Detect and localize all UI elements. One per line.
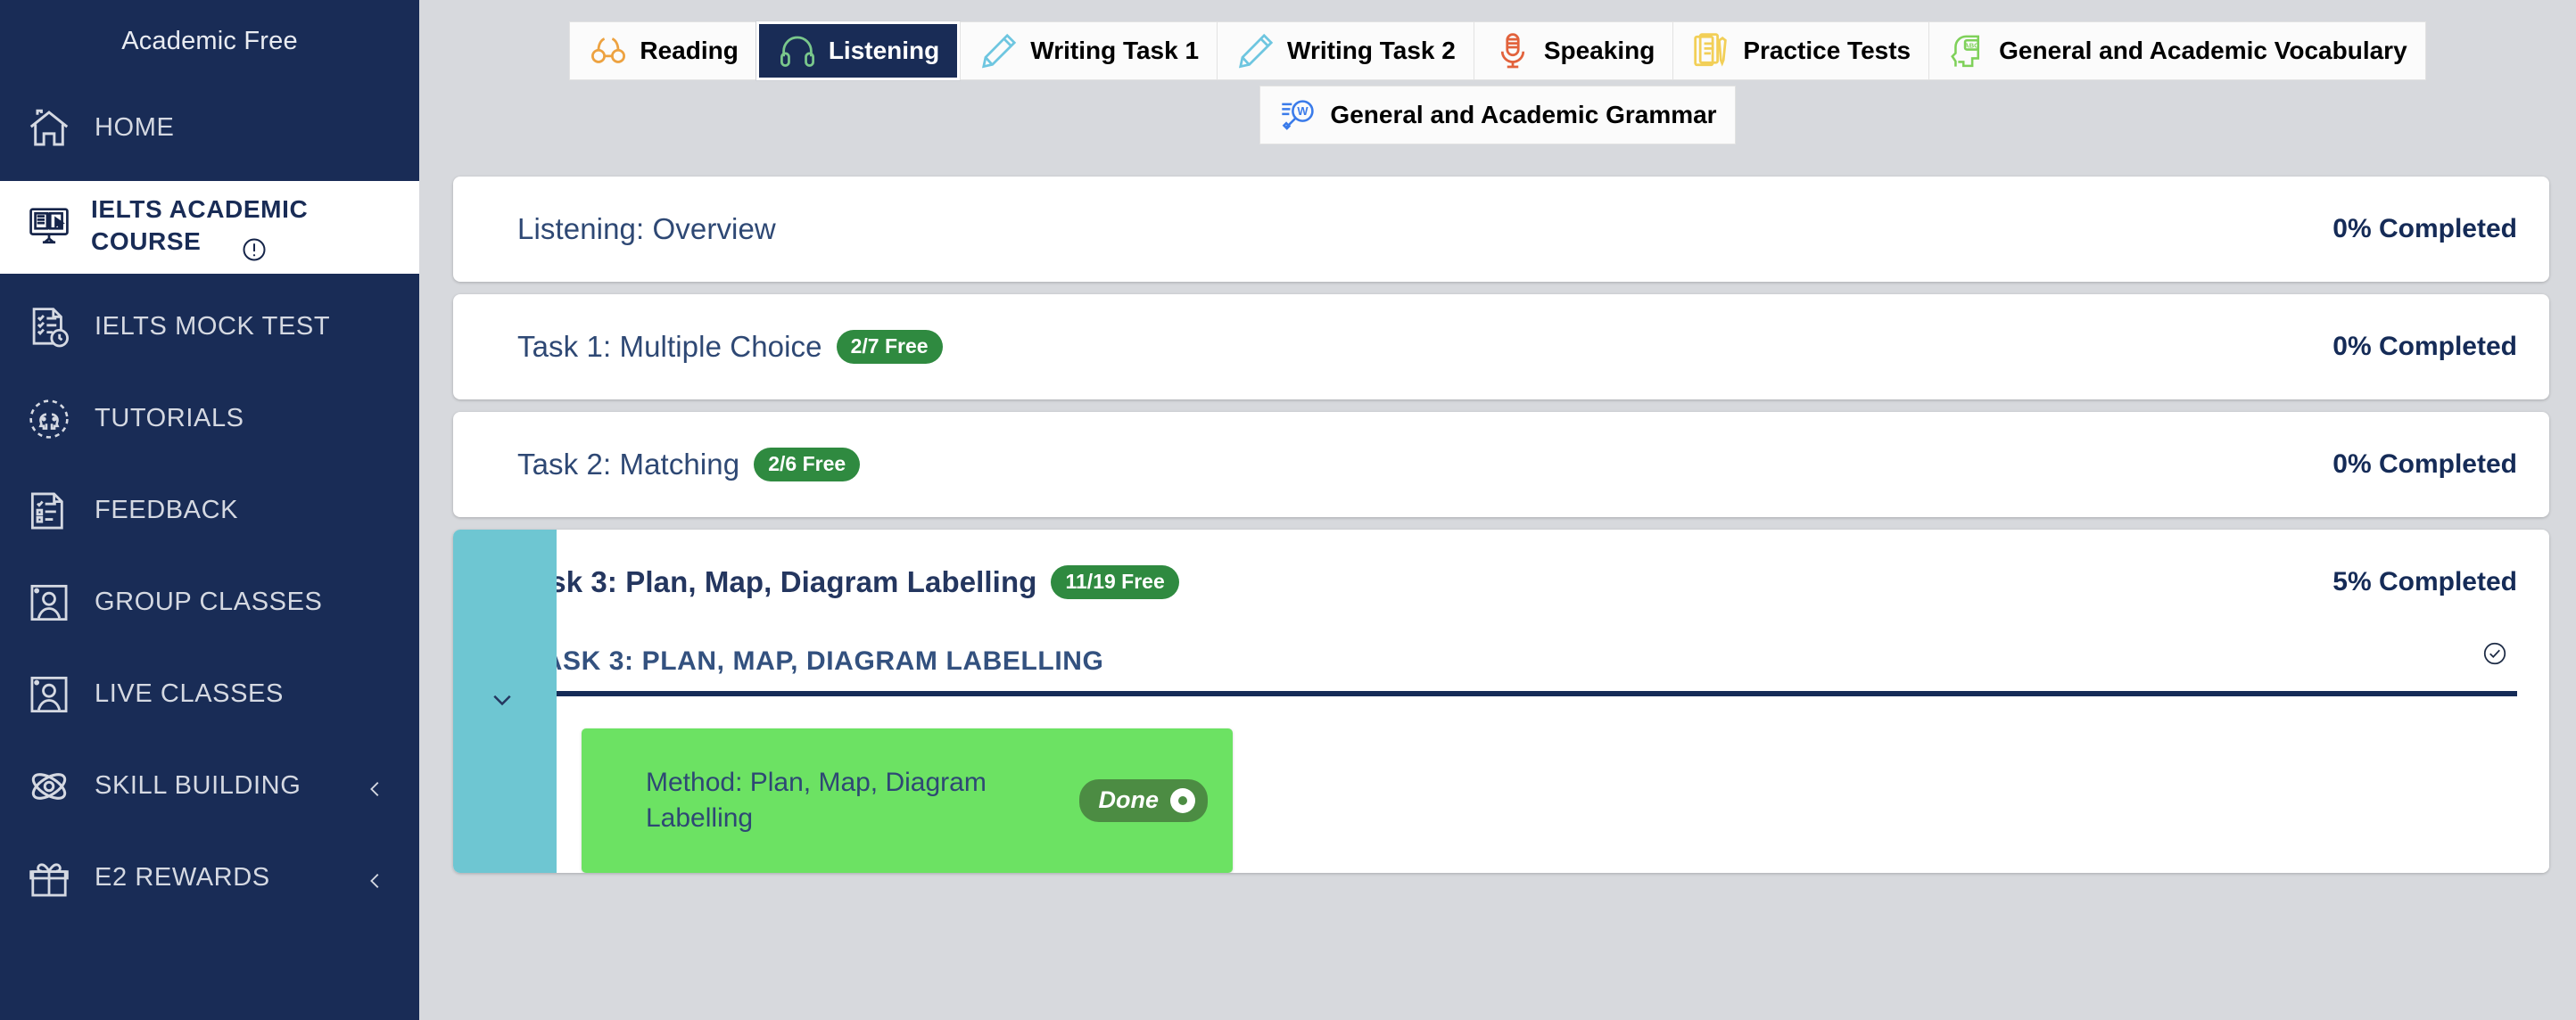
sidebar-item-live-classes[interactable]: LIVE CLASSES [0,648,419,740]
sidebar-item-ielts-academic-course[interactable]: IELTS ACADEMIC COURSE [0,181,419,274]
atom-icon [23,761,75,812]
status-label: Done [1098,786,1160,813]
skill-tabs-row-1: Reading Listening Writing Task 1 Writing… [419,21,2576,81]
tab-speaking[interactable]: Speaking [1473,21,1673,80]
pencil-icon [978,30,1020,71]
sub-lesson-title: Method: Plan, Map, Diagram Labelling [646,768,987,833]
sidebar-item-label: TUTORIALS [95,404,244,432]
tab-writing-task-2[interactable]: Writing Task 2 [1217,21,1474,80]
lesson-progress: 0% Completed [2332,449,2517,479]
status-badge: Done [1078,779,1208,822]
sidebar-item-ielts-mock-test[interactable]: IELTS MOCK TEST [0,281,419,373]
sidebar-item-e2-rewards[interactable]: E2 REWARDS [0,832,419,924]
sidebar-item-feedback[interactable]: FEEDBACK [0,465,419,556]
lesson-card-header[interactable]: Task 3: Plan, Map, Diagram Labelling 11/… [453,530,2549,635]
tab-label: Writing Task 2 [1287,37,1456,64]
monitor-book-icon [23,200,75,251]
glasses-icon [588,30,629,71]
lesson-card[interactable]: Task 1: Multiple Choice 2/7 Free 0% Comp… [453,294,2549,399]
lesson-card-expanded[interactable]: Task 3: Plan, Map, Diagram Labelling 11/… [453,530,2549,873]
tab-practice-tests[interactable]: Practice Tests [1672,21,1929,80]
lesson-card[interactable]: Listening: Overview 0% Completed [453,177,2549,282]
brand-title: Academic Free [121,26,298,55]
microphone-icon [1492,30,1533,71]
sidebar-item-label: HOME [95,113,175,142]
sub-lesson-item[interactable]: Method: Plan, Map, Diagram Labelling Don… [582,728,1233,873]
svg-text:ABC: ABC [1964,41,1979,49]
warning-circle-icon [241,236,268,270]
two-heads-icon [23,393,75,445]
lesson-title: Listening: Overview [517,212,776,245]
sidebar-item-tutorials[interactable]: TUTORIALS [0,373,419,465]
feedback-form-icon [23,485,75,537]
free-badge: 2/7 Free [836,330,943,364]
notepad-pen-icon [1691,30,1732,71]
tab-writing-task-1[interactable]: Writing Task 1 [960,21,1218,80]
skill-tabs: Reading Listening Writing Task 1 Writing… [419,0,2576,144]
lesson-title: Task 3: Plan, Map, Diagram Labelling [517,565,1037,598]
done-circle-icon [1170,787,1195,813]
sidebar-item-label: LIVE CLASSES [95,679,284,708]
lesson-card[interactable]: Task 2: Matching 2/6 Free 0% Completed [453,412,2549,517]
free-badge: 11/19 Free [1051,565,1179,599]
lesson-progress: 5% Completed [2332,567,2517,596]
headphones-icon [777,30,818,71]
chevron-left-icon[interactable] [366,777,385,796]
sidebar-item-label: SKILL BUILDING [95,771,301,800]
sidebar: Academic Free HOME IELTS ACADEMIC COURSE… [0,0,419,1020]
lesson-title: Task 1: Multiple Choice [517,330,822,363]
free-badge: 2/6 Free [754,448,861,481]
person-frame-icon [23,669,75,720]
head-abc-icon: ABC [1947,30,1988,71]
check-circle-icon[interactable] [2481,640,2508,671]
tab-reading[interactable]: Reading [569,21,756,80]
tab-listening[interactable]: Listening [755,21,962,81]
tab-label: General and Academic Vocabulary [1999,37,2407,64]
lesson-progress: 0% Completed [2332,332,2517,361]
lesson-card-header[interactable]: Task 2: Matching 2/6 Free 0% Completed [453,412,2549,517]
lesson-card-header[interactable]: Task 1: Multiple Choice 2/7 Free 0% Comp… [453,294,2549,399]
tab-label: Listening [828,37,940,64]
sidebar-item-home[interactable]: HOME [0,82,419,174]
tab-label: Reading [640,37,739,64]
tab-general-academic-vocabulary[interactable]: ABC General and Academic Vocabulary [1928,21,2426,80]
sidebar-item-label: IELTS MOCK TEST [95,312,331,341]
sidebar-item-label: E2 REWARDS [95,863,270,892]
tab-label: General and Academic Grammar [1330,101,1717,128]
lesson-list: Listening: Overview 0% Completed Task 1:… [419,177,2576,873]
chevron-left-icon[interactable] [366,868,385,888]
chevron-down-icon[interactable] [489,686,516,717]
expanded-section-header: TASK 3: PLAN, MAP, DIAGRAM LABELLING [507,635,2517,677]
person-frame-icon [23,577,75,629]
section-heading: TASK 3: PLAN, MAP, DIAGRAM LABELLING [528,646,1104,676]
sidebar-item-group-classes[interactable]: GROUP CLASSES [0,556,419,648]
tab-general-academic-grammar[interactable]: W General and Academic Grammar [1259,86,1736,144]
pencil-icon [1235,30,1276,71]
expanded-section: TASK 3: PLAN, MAP, DIAGRAM LABELLING Met… [453,635,2549,873]
tab-label: Practice Tests [1743,37,1911,64]
tab-label: Speaking [1543,37,1655,64]
lesson-card-header[interactable]: Listening: Overview 0% Completed [453,177,2549,282]
lesson-title: Task 2: Matching [517,448,740,481]
gift-icon [23,852,75,904]
checklist-clock-icon [23,301,75,353]
magnifier-w-icon: W [1278,95,1319,136]
skill-tabs-row-2: W General and Academic Grammar [419,86,2576,144]
sidebar-item-label: GROUP CLASSES [95,588,323,616]
sidebar-item-skill-building[interactable]: SKILL BUILDING [0,740,419,832]
tab-label: Writing Task 1 [1030,37,1200,64]
main-content: Reading Listening Writing Task 1 Writing… [419,0,2576,1020]
lesson-progress: 0% Completed [2332,214,2517,243]
svg-text:W: W [1298,104,1309,118]
app-root: Academic Free HOME IELTS ACADEMIC COURSE… [0,0,2576,1020]
sidebar-item-label: FEEDBACK [95,496,239,524]
home-icon [23,103,75,154]
sub-lesson-list: Method: Plan, Map, Diagram Labelling Don… [507,696,2517,873]
